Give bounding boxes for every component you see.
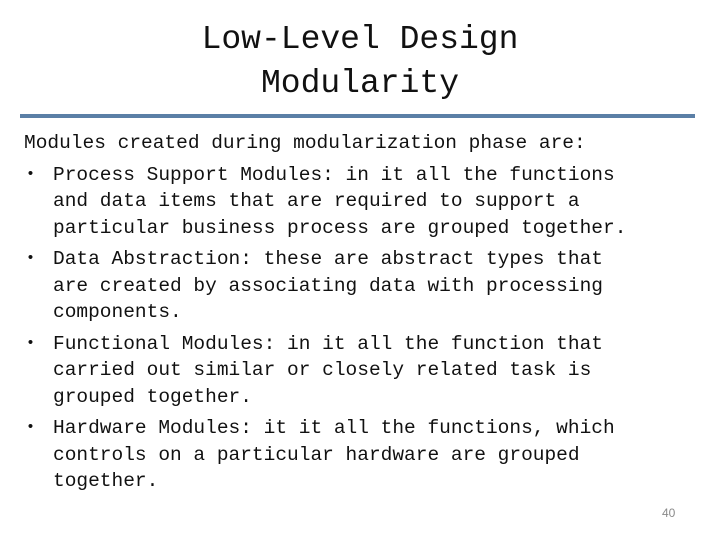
- bullet-icon: •: [26, 419, 36, 436]
- intro-text: Modules created during modularization ph…: [24, 132, 586, 154]
- bullet-line: Functional Modules: in it all the functi…: [53, 332, 603, 355]
- bullet-line: and data items that are required to supp…: [53, 190, 580, 212]
- bullet-line: grouped together.: [53, 385, 252, 408]
- bullet-icon: •: [26, 165, 36, 183]
- bullet-line: Data Abstraction: these are abstract typ…: [53, 248, 603, 270]
- bullet-item: • Functional Modules: in it all the func…: [24, 331, 704, 411]
- bullet-line: together.: [53, 470, 159, 492]
- slide-body: Modules created during modularization ph…: [24, 130, 704, 495]
- bullet-list: • Process Support Modules: in it all the…: [24, 162, 704, 495]
- bullet-item: • Hardware Modules: it it all the functi…: [24, 415, 704, 495]
- bullet-line: Hardware Modules: it it all the function…: [53, 417, 615, 439]
- bullet-icon: •: [26, 250, 36, 267]
- bullet-icon: •: [26, 334, 36, 352]
- bullet-line: carried out similar or closely related t…: [53, 359, 592, 381]
- bullet-item: • Process Support Modules: in it all the…: [24, 162, 704, 242]
- bullet-line: particular business process are grouped …: [53, 216, 627, 239]
- title-line-2: Modularity: [260, 65, 460, 102]
- bullet-line: are created by associating data with pro…: [53, 274, 603, 297]
- bullet-line: Process Support Modules: in it all the f…: [53, 163, 615, 186]
- title-line-1: Low-Level Design: [201, 21, 519, 58]
- slide-title: Low-Level Design Modularity: [0, 18, 720, 106]
- page-number: 40: [662, 506, 676, 520]
- bullet-line: components.: [53, 301, 182, 323]
- title-divider: [20, 114, 695, 118]
- bullet-item: • Data Abstraction: these are abstract t…: [24, 246, 704, 326]
- bullet-line: controls on a particular hardware are gr…: [53, 443, 580, 466]
